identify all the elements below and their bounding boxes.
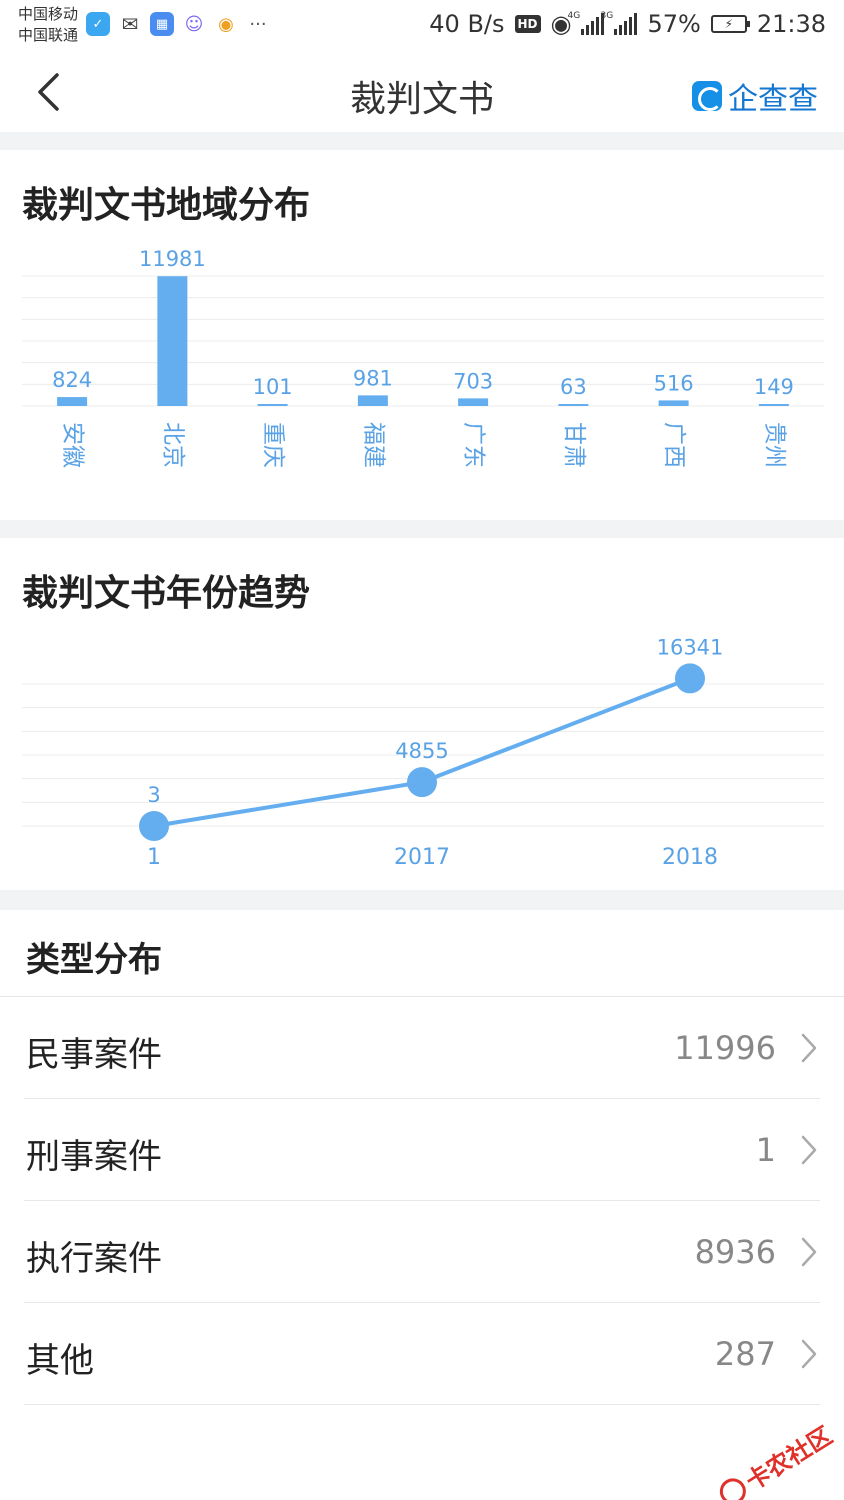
bar: [157, 276, 188, 406]
carrier-2: 中国联通: [18, 26, 79, 44]
data-point: [675, 663, 705, 694]
bar: [357, 395, 388, 406]
category-label: 甘肃: [561, 422, 587, 468]
bar-value-label: 824: [52, 368, 92, 392]
type-label: 其他: [26, 1341, 94, 1381]
nav-bar: 裁判文书 企查查: [0, 52, 844, 132]
type-row-civil[interactable]: 民事案件 11996: [0, 997, 844, 1099]
type-row-criminal[interactable]: 刑事案件 1: [0, 1099, 844, 1201]
data-point: [407, 767, 437, 798]
type-label: 刑事案件: [26, 1137, 162, 1177]
chevron-right-icon: [801, 1033, 817, 1063]
chevron-right-icon: [801, 1237, 817, 1267]
carrier-1: 中国移动: [18, 5, 79, 23]
point-value-label: 16341: [657, 635, 724, 659]
chevron-right-icon: [801, 1339, 817, 1369]
signal-2-icon: 3G: [600, 11, 638, 35]
type-row-other[interactable]: 其他 287: [0, 1303, 844, 1405]
bar-value-label: 63: [560, 375, 587, 399]
bar: [257, 404, 288, 406]
bar: [658, 400, 689, 406]
category-label: 贵州: [761, 422, 787, 468]
bar-value-label: 11981: [139, 247, 206, 271]
category-label: 安徽: [60, 422, 86, 468]
year-line-chart: 3 1 4855 2017 16341 2018: [22, 635, 824, 870]
category-label: 北京: [160, 422, 186, 468]
type-count: 8936: [694, 1233, 776, 1271]
bar-value-label: 101: [253, 375, 293, 399]
bar-value-label: 981: [353, 366, 393, 390]
point-value-label: 3: [147, 783, 160, 807]
bar: [558, 404, 589, 406]
bar: [57, 397, 88, 406]
data-point: [139, 810, 169, 841]
bar: [458, 398, 489, 406]
region-bar-chart: 824 安徽 11981 北京 101 重庆 981 福建 703 广东 63 甘肃 516 广西 149 贵…: [22, 247, 824, 468]
bar-value-label: 703: [453, 369, 493, 393]
shield-app-icon: ✓: [86, 12, 110, 36]
clock: 21:38: [756, 10, 826, 38]
status-bar: 中国移动 中国联通 ✓ ✉ ▦ ☺ ◉ ··· 40 B/s HD ◉ 4G 3…: [0, 0, 844, 52]
category-label: 重庆: [260, 422, 286, 468]
bar: [758, 404, 789, 406]
x-tick-label: 2018: [662, 845, 718, 870]
type-row-execution[interactable]: 执行案件 8936: [0, 1201, 844, 1303]
browser-app-icon: ◉: [214, 12, 238, 36]
bar-value-label: 149: [754, 375, 794, 399]
battery-icon: ⚡: [710, 15, 750, 33]
type-count: 1: [755, 1131, 776, 1169]
watermark-logo: 卡农社区: [712, 1416, 837, 1500]
category-label: 福建: [360, 422, 386, 468]
carrier-info: 中国移动 中国联通: [18, 4, 78, 46]
region-distribution-card: 裁判文书地域分布 824 安徽 11981 北京 101 重庆 981 福建 703 广东 63 甘肃…: [0, 150, 844, 520]
brand-logo: 企查查: [692, 74, 818, 118]
signal-2-tag: 3G: [600, 11, 614, 21]
more-notifications-icon: ···: [246, 12, 270, 36]
watermark-text: 卡农社区: [740, 1421, 838, 1496]
battery-percent: 57%: [647, 10, 701, 38]
status-right: 40 B/s HD ◉ 4G 3G 57% ⚡ 21:38: [429, 10, 826, 38]
type-section-title: 类型分布: [26, 940, 162, 980]
point-value-label: 4855: [395, 739, 448, 763]
app-notification-icon: ▦: [150, 12, 174, 36]
bar-value-label: 516: [654, 371, 694, 395]
category-label: 广东: [461, 422, 487, 468]
wechat-icon: ✉: [118, 12, 142, 36]
x-tick-label: 2017: [394, 845, 450, 870]
type-count: 287: [714, 1335, 776, 1373]
brand-name: 企查查: [728, 82, 818, 117]
type-distribution-section: 类型分布 民事案件 11996 刑事案件 1 执行案件 8936 其他 287 …: [0, 910, 844, 1500]
signal-1-tag: 4G: [567, 11, 581, 21]
row-divider: [24, 1404, 820, 1405]
category-label: 广西: [661, 422, 687, 468]
hd-icon: HD: [514, 15, 541, 33]
x-tick-label: 1: [147, 845, 161, 870]
net-speed: 40 B/s: [429, 10, 505, 38]
qichacha-logo-icon: [692, 81, 722, 111]
type-count: 11996: [674, 1029, 776, 1067]
chat-app-icon: ☺: [182, 12, 206, 36]
notification-icons: ✓ ✉ ▦ ☺ ◉ ···: [86, 12, 270, 36]
year-trend-card: 裁判文书年份趋势 3 1 4855 2017 16341 2018: [0, 538, 844, 890]
chevron-right-icon: [801, 1135, 817, 1165]
type-label: 民事案件: [26, 1035, 162, 1075]
type-label: 执行案件: [26, 1239, 162, 1279]
